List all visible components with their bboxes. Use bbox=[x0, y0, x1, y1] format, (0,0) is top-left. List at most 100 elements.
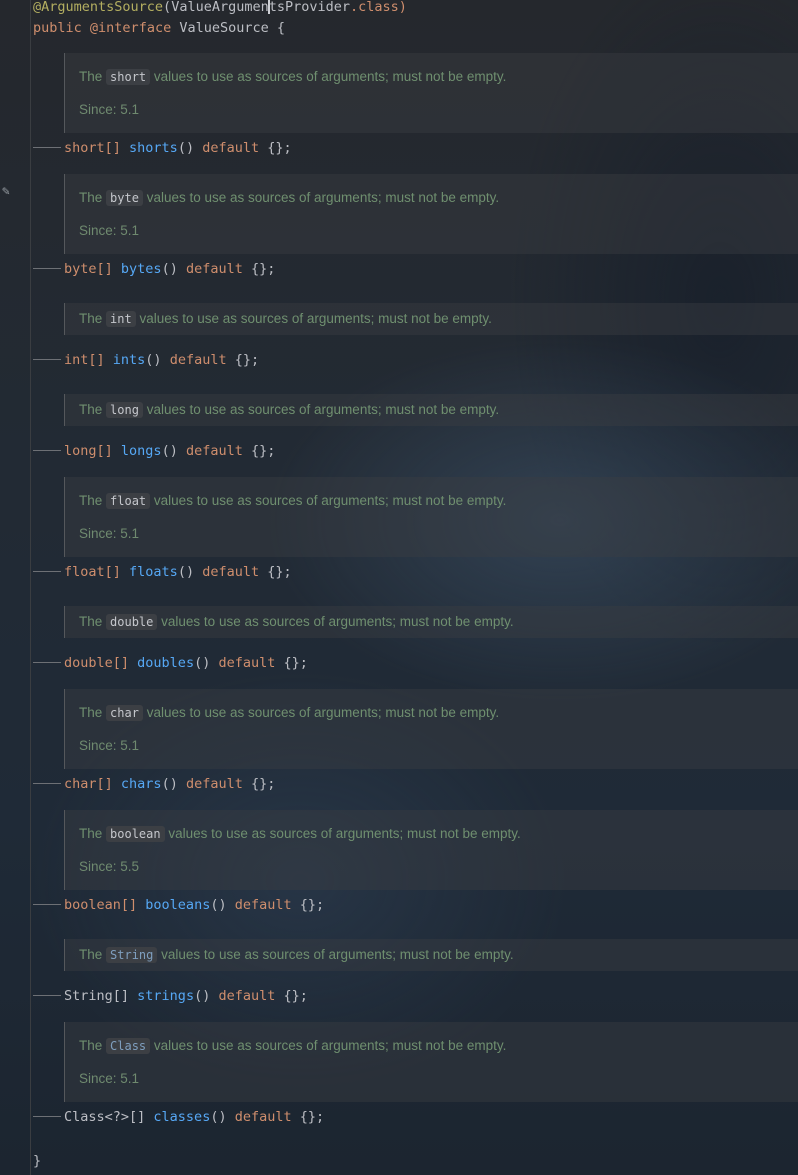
javadoc-code[interactable]: String bbox=[106, 947, 158, 963]
javadoc-suffix: values to use as sources of arguments; m… bbox=[146, 705, 500, 720]
member-declaration[interactable]: byte[] bytes() default {}; bbox=[33, 260, 275, 278]
parens: () bbox=[161, 776, 178, 792]
javadoc-text: The byte values to use as sources of arg… bbox=[79, 190, 500, 206]
javadoc-prefix: The bbox=[79, 190, 103, 205]
return-type: float[] bbox=[64, 564, 121, 580]
default-value: {}; bbox=[234, 352, 260, 368]
indent-guide bbox=[33, 1116, 61, 1117]
javadoc-since: Since: 5.1 bbox=[79, 102, 140, 117]
javadoc-since: Since: 5.1 bbox=[79, 1071, 140, 1086]
member-declaration[interactable]: double[] doubles() default {}; bbox=[33, 654, 308, 672]
javadoc-text: The Class values to use as sources of ar… bbox=[79, 1038, 507, 1054]
javadoc-text: The long values to use as sources of arg… bbox=[79, 402, 499, 418]
javadoc-since: Since: 5.1 bbox=[79, 738, 140, 753]
default-keyword: default bbox=[218, 988, 276, 1004]
javadoc-text: The int values to use as sources of argu… bbox=[79, 311, 492, 327]
pencil-icon[interactable]: ✎ bbox=[2, 185, 16, 199]
closing-brace: } bbox=[33, 1153, 42, 1169]
method-name[interactable]: classes bbox=[153, 1109, 210, 1125]
member-declaration[interactable]: float[] floats() default {}; bbox=[33, 563, 292, 581]
method-name[interactable]: longs bbox=[121, 443, 162, 459]
javadoc-text: The double values to use as sources of a… bbox=[79, 614, 514, 630]
default-keyword: default bbox=[185, 776, 243, 792]
annotation-line[interactable]: @ArgumentsSource(ValueArgumentsProvider.… bbox=[33, 0, 407, 16]
javadoc-code: byte bbox=[106, 190, 143, 206]
javadoc-suffix: values to use as sources of arguments; m… bbox=[168, 826, 521, 841]
method-name[interactable]: strings bbox=[137, 988, 194, 1004]
indent-guide bbox=[33, 571, 61, 572]
javadoc-block[interactable]: The float values to use as sources of ar… bbox=[64, 477, 798, 557]
indent-guide bbox=[33, 904, 61, 905]
kw-interface: @interface bbox=[89, 20, 172, 36]
member-declaration[interactable]: short[] shorts() default {}; bbox=[33, 139, 292, 157]
parens: () bbox=[210, 1109, 227, 1125]
javadoc-code: char bbox=[106, 705, 143, 721]
javadoc-suffix: values to use as sources of arguments; m… bbox=[153, 1038, 507, 1053]
javadoc-text: The short values to use as sources of ar… bbox=[79, 69, 507, 85]
javadoc-code: int bbox=[106, 311, 136, 327]
indent-guide bbox=[33, 147, 61, 148]
method-name[interactable]: booleans bbox=[145, 897, 210, 913]
javadoc-block[interactable]: The double values to use as sources of a… bbox=[64, 606, 798, 638]
javadoc-block[interactable]: The short values to use as sources of ar… bbox=[64, 53, 798, 133]
default-keyword: default bbox=[185, 443, 243, 459]
method-name[interactable]: shorts bbox=[129, 140, 178, 156]
javadoc-suffix: values to use as sources of arguments; m… bbox=[139, 311, 492, 326]
javadoc-text: The boolean values to use as sources of … bbox=[79, 826, 521, 842]
javadoc-block[interactable]: The Class values to use as sources of ar… bbox=[64, 1022, 798, 1102]
parens: () bbox=[177, 564, 195, 580]
member-declaration[interactable]: long[] longs() default {}; bbox=[33, 442, 275, 460]
javadoc-code: double bbox=[106, 614, 158, 630]
javadoc-block[interactable]: The char values to use as sources of arg… bbox=[64, 689, 798, 769]
method-name[interactable]: chars bbox=[121, 776, 162, 792]
javadoc-prefix: The bbox=[79, 69, 103, 84]
default-value: {}; bbox=[283, 655, 308, 671]
javadoc-prefix: The bbox=[79, 947, 103, 962]
javadoc-prefix: The bbox=[79, 493, 103, 508]
method-name[interactable]: doubles bbox=[137, 655, 194, 671]
javadoc-block[interactable]: The byte values to use as sources of arg… bbox=[64, 174, 798, 254]
indent-guide bbox=[33, 359, 61, 360]
return-type: long[] bbox=[64, 443, 113, 459]
default-value: {}; bbox=[283, 988, 308, 1004]
default-keyword: default bbox=[185, 261, 243, 277]
javadoc-prefix: The bbox=[79, 614, 103, 629]
member-declaration[interactable]: Class<?>[] classes() default {}; bbox=[33, 1108, 324, 1126]
method-name[interactable]: ints bbox=[113, 352, 146, 368]
indent-guide bbox=[33, 268, 61, 269]
annotation-arg-a: ValueArgumen bbox=[171, 0, 269, 15]
default-value: {}; bbox=[299, 1109, 325, 1125]
javadoc-block[interactable]: The int values to use as sources of argu… bbox=[64, 303, 798, 335]
method-name[interactable]: bytes bbox=[121, 261, 162, 277]
member-declaration[interactable]: int[] ints() default {}; bbox=[33, 351, 259, 369]
javadoc-suffix: values to use as sources of arguments; m… bbox=[146, 190, 500, 205]
member-declaration[interactable]: String[] strings() default {}; bbox=[33, 987, 308, 1005]
parens: () bbox=[210, 897, 227, 913]
default-keyword: default bbox=[202, 140, 260, 156]
javadoc-prefix: The bbox=[79, 1038, 103, 1053]
javadoc-prefix: The bbox=[79, 705, 103, 720]
javadoc-code: long bbox=[106, 402, 143, 418]
open-brace: { bbox=[276, 20, 286, 36]
javadoc-suffix: values to use as sources of arguments; m… bbox=[153, 69, 507, 84]
member-declaration[interactable]: char[] chars() default {}; bbox=[33, 775, 275, 793]
parens: () bbox=[194, 988, 211, 1004]
javadoc-block[interactable]: The boolean values to use as sources of … bbox=[64, 810, 798, 890]
default-keyword: default bbox=[234, 1109, 292, 1125]
javadoc-block[interactable]: The String values to use as sources of a… bbox=[64, 939, 798, 971]
parens: () bbox=[145, 352, 162, 368]
default-keyword: default bbox=[234, 897, 292, 913]
return-type: short[] bbox=[64, 140, 121, 156]
javadoc-since: Since: 5.5 bbox=[79, 859, 140, 874]
javadoc-since: Since: 5.1 bbox=[79, 526, 140, 541]
member-declaration[interactable]: boolean[] booleans() default {}; bbox=[33, 896, 324, 914]
return-type: boolean[] bbox=[64, 897, 138, 913]
javadoc-block[interactable]: The long values to use as sources of arg… bbox=[64, 394, 798, 426]
interface-declaration[interactable]: public @interface ValueSource { bbox=[33, 19, 285, 37]
indent-guide bbox=[33, 995, 61, 996]
method-name[interactable]: floats bbox=[129, 564, 178, 580]
default-keyword: default bbox=[202, 564, 260, 580]
javadoc-code[interactable]: Class bbox=[106, 1038, 151, 1054]
javadoc-code: float bbox=[106, 493, 151, 509]
interface-name: ValueSource bbox=[179, 20, 269, 36]
